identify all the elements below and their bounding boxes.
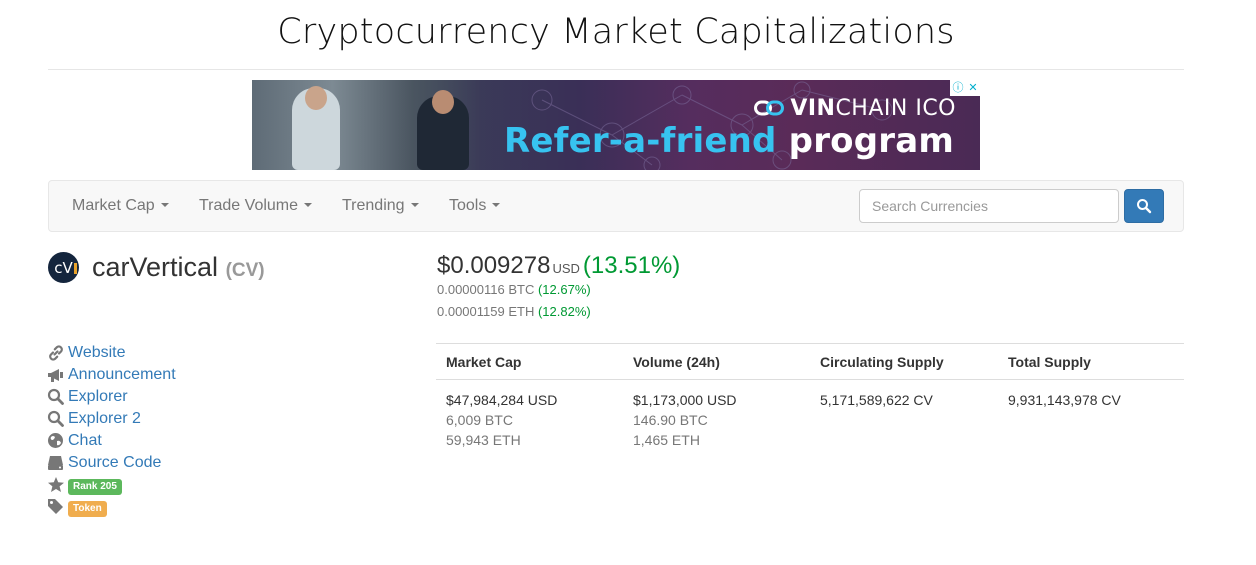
nav-dropdown-trade-volume[interactable]: Trade Volume xyxy=(199,197,313,215)
nav-dropdown-trending[interactable]: Trending xyxy=(342,197,419,215)
bullhorn-icon xyxy=(48,369,63,382)
price-change-btc: (12.67%) xyxy=(537,282,591,297)
globe-icon xyxy=(48,433,63,448)
link-explorer-label[interactable]: Explorer xyxy=(68,388,128,406)
price-unit: USD xyxy=(552,261,580,276)
nav-label: Trending xyxy=(342,197,405,214)
price-eth: 0.00001159 ETH xyxy=(437,304,535,319)
ad-headline-part2: program xyxy=(788,121,954,161)
caret-down-icon xyxy=(304,203,313,207)
price-change-usd: (13.51%) xyxy=(582,252,681,279)
market-cap-eth: 59,943 ETH xyxy=(446,432,521,448)
nav-label: Trade Volume xyxy=(199,197,299,214)
search-icon xyxy=(47,388,64,405)
banner-ad[interactable]: VINCHAIN ICO Refer-a-friend program ⓘ ✕ xyxy=(252,80,980,170)
caret-down-icon xyxy=(410,203,419,207)
rank-badge: Rank 205 xyxy=(68,479,122,495)
search-icon xyxy=(47,410,64,427)
header-market-cap: Market Cap xyxy=(446,354,522,370)
caret-down-icon xyxy=(160,203,169,207)
link-website-label[interactable]: Website xyxy=(68,344,126,362)
close-icon[interactable]: ✕ xyxy=(968,82,977,94)
info-icon[interactable]: ⓘ xyxy=(952,82,963,94)
nav-dropdown-market-cap[interactable]: Market Cap xyxy=(72,197,169,215)
page-title: Cryptocurrency Market Capitalizations xyxy=(277,12,955,52)
volume-usd: $1,173,000 USD xyxy=(633,392,737,408)
header-total-supply: Total Supply xyxy=(1008,354,1091,370)
hdd-icon xyxy=(48,456,63,470)
chain-link-icon xyxy=(754,100,785,116)
ad-choices[interactable]: ⓘ ✕ xyxy=(950,80,980,96)
ad-logo: VINCHAIN ICO xyxy=(754,96,956,121)
coin-symbol: (CV) xyxy=(225,260,265,281)
price-usd-row: $0.009278 USD (13.51%) xyxy=(437,252,680,280)
price-eth-row: 0.00001159 ETH (12.82%) xyxy=(437,304,591,319)
price-btc-row: 0.00000116 BTC (12.67%) xyxy=(437,282,591,297)
link-explorer-2-label[interactable]: Explorer 2 xyxy=(68,410,141,428)
header-volume: Volume (24h) xyxy=(633,354,720,370)
search-icon xyxy=(1137,199,1152,214)
ad-person-right xyxy=(417,90,469,170)
header-circulating-supply: Circulating Supply xyxy=(820,354,944,370)
volume-eth: 1,465 ETH xyxy=(633,432,700,448)
coin-logo: cV xyxy=(48,252,79,283)
stats-header-row: Market Cap Volume (24h) Circulating Supp… xyxy=(436,343,1184,380)
price-btc: 0.00000116 BTC xyxy=(437,282,535,297)
ad-headline: Refer-a-friend program xyxy=(504,121,954,161)
navbar: Market Cap Trade Volume Trending Tools xyxy=(48,180,1184,232)
circulating-supply-value: 5,171,589,622 CV xyxy=(820,392,933,408)
link-source-code-label[interactable]: Source Code xyxy=(68,454,161,472)
link-icon xyxy=(49,345,63,361)
volume-btc: 146.90 BTC xyxy=(633,412,708,428)
title-divider xyxy=(48,69,1184,70)
ad-brand-rest: CHAIN ICO xyxy=(835,96,956,121)
search-input[interactable] xyxy=(859,189,1119,223)
token-badge: Token xyxy=(68,501,107,517)
coin-title: carVertical (CV) xyxy=(92,252,265,283)
coin-logo-text: cV xyxy=(54,258,73,277)
ad-photo xyxy=(252,80,482,170)
caret-down-icon xyxy=(492,203,501,207)
market-cap-usd: $47,984,284 USD xyxy=(446,392,558,408)
link-chat-label[interactable]: Chat xyxy=(68,432,102,450)
ad-person-left xyxy=(292,86,340,170)
ad-brand-bold: VIN xyxy=(790,96,836,121)
coin-name: carVertical xyxy=(92,252,219,282)
star-icon xyxy=(48,477,64,492)
nav-label: Tools xyxy=(449,197,487,214)
price-usd: $0.009278 xyxy=(437,252,551,279)
ad-headline-part1: Refer-a-friend xyxy=(503,121,777,161)
total-supply-value: 9,931,143,978 CV xyxy=(1008,392,1121,408)
tag-icon xyxy=(48,499,63,514)
nav-label: Market Cap xyxy=(72,197,155,214)
link-announcement-label[interactable]: Announcement xyxy=(68,366,176,384)
market-cap-btc: 6,009 BTC xyxy=(446,412,513,428)
nav-dropdown-tools[interactable]: Tools xyxy=(449,197,501,215)
search-button[interactable] xyxy=(1124,189,1164,223)
price-change-eth: (12.82%) xyxy=(537,304,591,319)
